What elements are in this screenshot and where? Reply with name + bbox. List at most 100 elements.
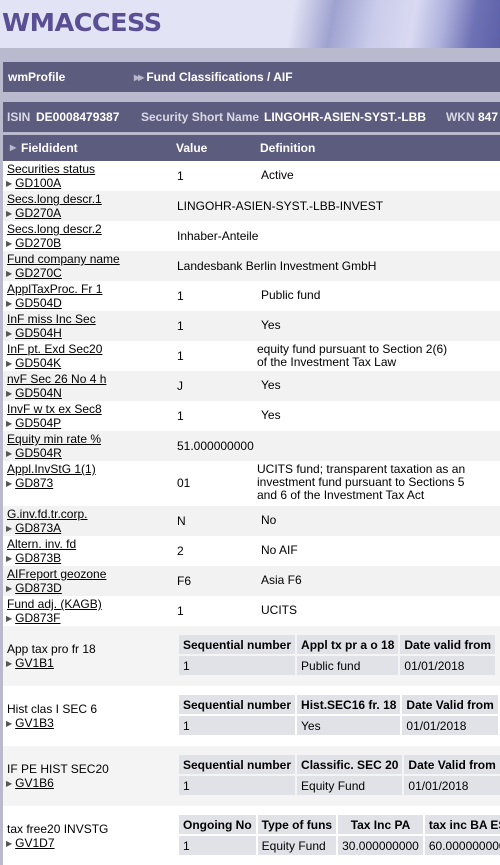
history-table: Sequential number Classific. SEC 20 Date V…: [177, 753, 500, 797]
field-code: ▶ GD270B: [6, 236, 61, 250]
expand-arrow-icon[interactable]: ▶: [6, 269, 12, 278]
field-name-link[interactable]: nvF Sec 26 No 4 h: [7, 372, 106, 386]
field-code: ▶ GD873: [6, 476, 53, 490]
sort-triangle-icon: ▶: [10, 143, 17, 152]
table-row: nvF Sec 26 No 4 h ▶ GD504N J Yes: [3, 371, 500, 401]
field-code-link[interactable]: GD873D: [15, 581, 62, 595]
table-row: Appl.InvStG 1(1) ▶ GD873 01 UCITS fund; tra…: [3, 461, 500, 506]
field-code: ▶ GD873B: [6, 551, 61, 565]
field-code-link[interactable]: GD873F: [15, 611, 60, 625]
expand-arrow-icon[interactable]: ▶: [6, 359, 12, 368]
field-code-link[interactable]: GD270B: [15, 236, 61, 250]
section-code-link[interactable]: GV1B3: [15, 716, 54, 730]
field-value: F6: [177, 574, 192, 588]
expand-arrow-icon[interactable]: ▶: [6, 389, 12, 398]
expand-arrow-icon[interactable]: ▶: [6, 329, 12, 338]
field-code-link[interactable]: GD504H: [15, 326, 62, 340]
field-value: LINGOHR-ASIEN-SYST.-LBB-INVEST: [177, 199, 384, 213]
history-table: Ongoing No Type of funs Tax Inc PA tax inc …: [177, 813, 500, 857]
field-name-link[interactable]: Fund adj. (KAGB): [7, 597, 102, 611]
field-code: ▶ GD100A: [6, 176, 61, 190]
section-code-link[interactable]: GV1B6: [15, 776, 54, 790]
field-name-link[interactable]: Equity min rate %: [7, 432, 101, 446]
field-name-link[interactable]: Secs.long descr.1: [7, 192, 102, 206]
history-table-header: Sequential number Classific. SEC 20 Date V…: [179, 755, 500, 774]
table-row: InF pt. Exd Sec20 ▶ GD504K 1 equity fund pu…: [3, 341, 500, 371]
expand-arrow-icon[interactable]: ▶: [6, 779, 12, 788]
field-code-link[interactable]: GD504P: [15, 416, 61, 430]
history-cell: 1: [179, 836, 256, 855]
expand-arrow-icon[interactable]: ▶: [6, 209, 12, 218]
section-code: ▶ GV1B6: [6, 776, 54, 790]
field-value: 1: [177, 604, 184, 618]
field-code-link[interactable]: GD504N: [15, 386, 62, 400]
field-code: ▶ GD504D: [6, 296, 62, 310]
expand-arrow-icon[interactable]: ▶: [6, 299, 12, 308]
column-fieldident: Fieldident: [21, 141, 78, 155]
field-code-link[interactable]: GD873B: [15, 551, 61, 565]
field-code-link[interactable]: GD270A: [15, 206, 61, 220]
field-code-link[interactable]: GD270C: [15, 266, 62, 280]
section-code-link[interactable]: GV1D7: [15, 836, 54, 850]
field-name-link[interactable]: AIFreport geozone: [7, 567, 106, 581]
table-row: G.inv.fd.tr.corp. ▶ GD873A N No: [3, 506, 500, 536]
field-name-link[interactable]: InF miss Inc Sec: [7, 312, 96, 326]
history-column-header: Date Valid from: [404, 755, 500, 774]
field-name-link[interactable]: InF pt. Exd Sec20: [7, 342, 102, 356]
field-code-link[interactable]: GD873A: [15, 521, 61, 535]
field-name-link[interactable]: ApplTaxProc. Fr 1: [7, 282, 102, 296]
field-definition: UCITS: [261, 603, 297, 617]
double-chevron-icon: ▶▶: [134, 73, 144, 82]
security-info-bar: ISIN DE0008479387 Security Short Name LI…: [3, 102, 500, 132]
expand-arrow-icon[interactable]: ▶: [6, 449, 12, 458]
field-value: Landesbank Berlin Investment GmbH: [177, 259, 377, 273]
field-name-link[interactable]: Fund company name: [7, 252, 120, 266]
field-code: ▶ GD504R: [6, 446, 62, 460]
history-section: Hist clas I SEC 6 ▶ GV1B3 Sequential number…: [3, 686, 500, 746]
history-table-row: 1 Yes 01/01/2018: [179, 716, 498, 735]
field-code-link[interactable]: GD504K: [15, 356, 61, 370]
table-row: Altern. inv. fd ▶ GD873B 2 No AIF: [3, 536, 500, 566]
expand-arrow-icon[interactable]: ▶: [6, 719, 12, 728]
table-header: ▶ Fieldident Value Definition: [3, 135, 500, 161]
field-name-link[interactable]: Altern. inv. fd: [7, 537, 76, 551]
section-name: Hist clas I SEC 6: [7, 702, 98, 716]
expand-arrow-icon[interactable]: ▶: [6, 479, 12, 488]
expand-arrow-icon[interactable]: ▶: [6, 659, 12, 668]
field-definition: Yes: [261, 408, 281, 422]
expand-arrow-icon[interactable]: ▶: [6, 614, 12, 623]
field-name-link[interactable]: Securities status: [7, 162, 95, 176]
field-name-link[interactable]: Appl.InvStG 1(1): [7, 462, 96, 476]
wmaccess-logo: WMACCESS: [2, 8, 162, 37]
field-code: ▶ GD504K: [6, 356, 61, 370]
field-name-link[interactable]: Secs.long descr.2: [7, 222, 102, 236]
field-value: 51.000000000: [177, 439, 254, 453]
history-cell: 1: [179, 776, 296, 795]
table-row: Secs.long descr.1 ▶ GD270A LINGOHR-ASIEN-SY…: [3, 191, 500, 221]
field-name-link[interactable]: G.inv.fd.tr.corp.: [7, 507, 87, 521]
field-code-link[interactable]: GD873: [15, 476, 53, 490]
history-table-header: Ongoing No Type of funs Tax Inc PA tax inc …: [179, 815, 500, 834]
history-section: App tax pro fr 18 ▶ GV1B1 Sequential number…: [3, 626, 500, 686]
field-code: ▶ GD270A: [6, 206, 61, 220]
expand-arrow-icon[interactable]: ▶: [6, 554, 12, 563]
expand-arrow-icon[interactable]: ▶: [6, 239, 12, 248]
expand-arrow-icon[interactable]: ▶: [6, 524, 12, 533]
field-definition: Yes: [261, 318, 281, 332]
table-row: AIFreport geozone ▶ GD873D F6 Asia F6: [3, 566, 500, 596]
section-code-link[interactable]: GV1B1: [15, 656, 54, 670]
history-table: Sequential number Appl tx pr a o 18 Date v…: [177, 633, 497, 677]
field-name-link[interactable]: InvF w tx ex Sec8: [7, 402, 102, 416]
field-code-link[interactable]: GD504R: [15, 446, 62, 460]
field-code: ▶ GD270C: [6, 266, 62, 280]
history-cell: Equity Fund: [257, 836, 337, 855]
field-code-link[interactable]: GD504D: [15, 296, 62, 310]
field-code-link[interactable]: GD100A: [15, 176, 61, 190]
expand-arrow-icon[interactable]: ▶: [6, 419, 12, 428]
expand-arrow-icon[interactable]: ▶: [6, 839, 12, 848]
expand-arrow-icon[interactable]: ▶: [6, 179, 12, 188]
expand-arrow-icon[interactable]: ▶: [6, 584, 12, 593]
isin-label: ISIN: [7, 110, 31, 124]
navigation-bar: wmProfile ▶▶ Fund Classifications / AIF: [3, 62, 500, 92]
app-name-link[interactable]: wmProfile: [8, 70, 65, 84]
